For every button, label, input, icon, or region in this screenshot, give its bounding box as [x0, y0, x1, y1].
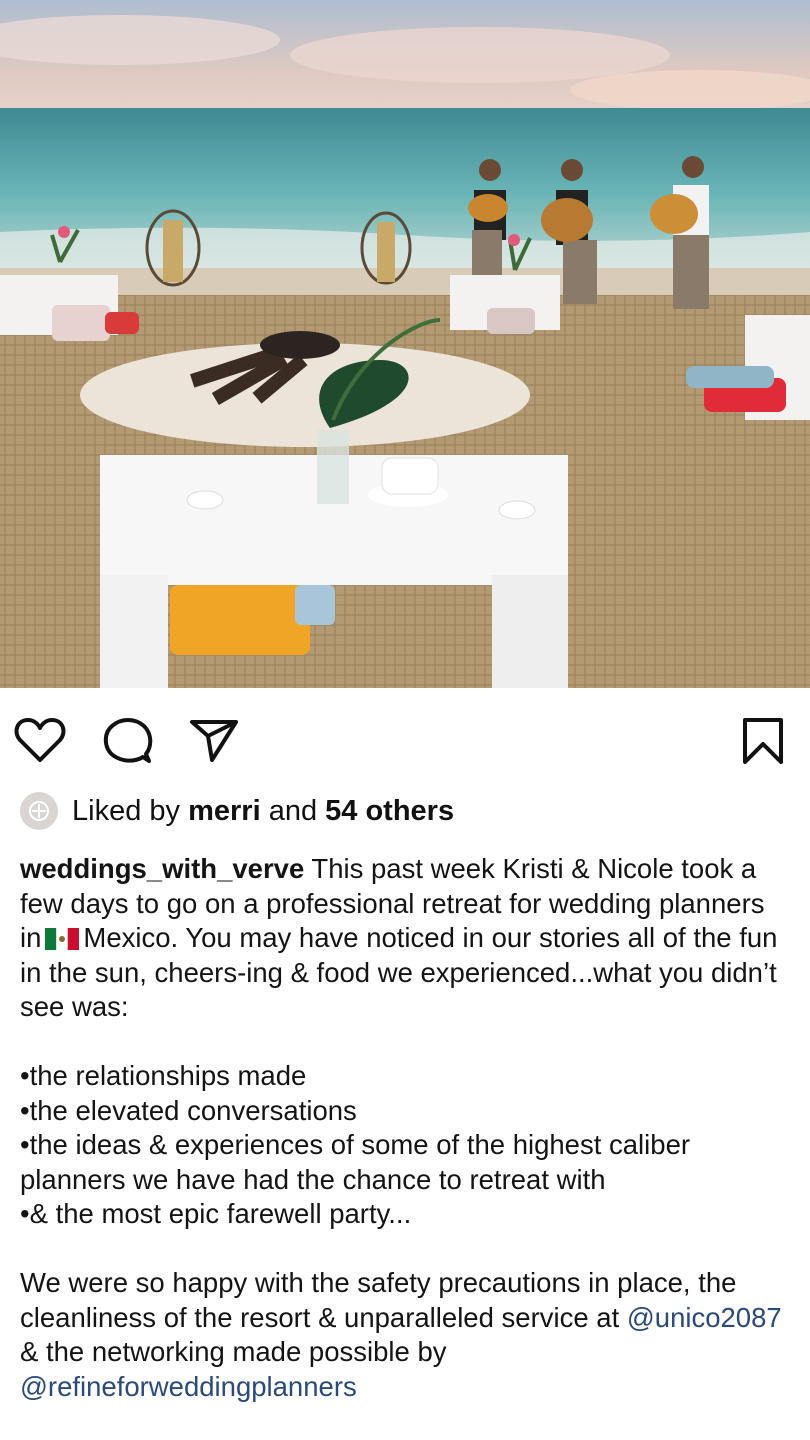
post-image[interactable]: [0, 0, 810, 688]
liked-by-user[interactable]: merri: [188, 795, 261, 827]
caption-username[interactable]: weddings_with_verve: [20, 853, 304, 884]
caption-bullet-1: •the relationships made: [20, 1060, 307, 1091]
mention-unico2087[interactable]: @unico2087: [627, 1302, 782, 1333]
likes-summary[interactable]: Liked by merri and 54 others: [72, 795, 454, 828]
avatar[interactable]: [20, 792, 58, 830]
likes-joiner: and: [268, 794, 318, 827]
caption-bullet-4: •& the most epic farewell party...: [20, 1198, 412, 1229]
likes-prefix: Liked by: [72, 794, 181, 827]
caption-bullet-3: •the ideas & experiences of some of the …: [20, 1129, 691, 1195]
mexico-flag-icon: [45, 924, 80, 950]
mention-refineforweddingplanners[interactable]: @refineforweddingplanners: [20, 1371, 357, 1402]
caption-para2-b: & the networking made possible by: [20, 1336, 447, 1367]
heart-outline-icon[interactable]: [14, 716, 66, 764]
comment-bubble-icon[interactable]: [102, 716, 154, 766]
post-actions-bar: [0, 688, 810, 788]
likes-count[interactable]: 54 others: [325, 795, 454, 827]
caption-bullet-2: •the elevated conversations: [20, 1094, 357, 1126]
paper-plane-icon[interactable]: [188, 716, 240, 764]
post-caption: weddings_with_verve This past week Krist…: [0, 834, 810, 1404]
caption-intro-b: Mexico. You may have noticed in our stor…: [20, 922, 778, 1022]
likes-row[interactable]: Liked by merri and 54 others: [0, 788, 810, 834]
bookmark-outline-icon[interactable]: [740, 716, 786, 766]
